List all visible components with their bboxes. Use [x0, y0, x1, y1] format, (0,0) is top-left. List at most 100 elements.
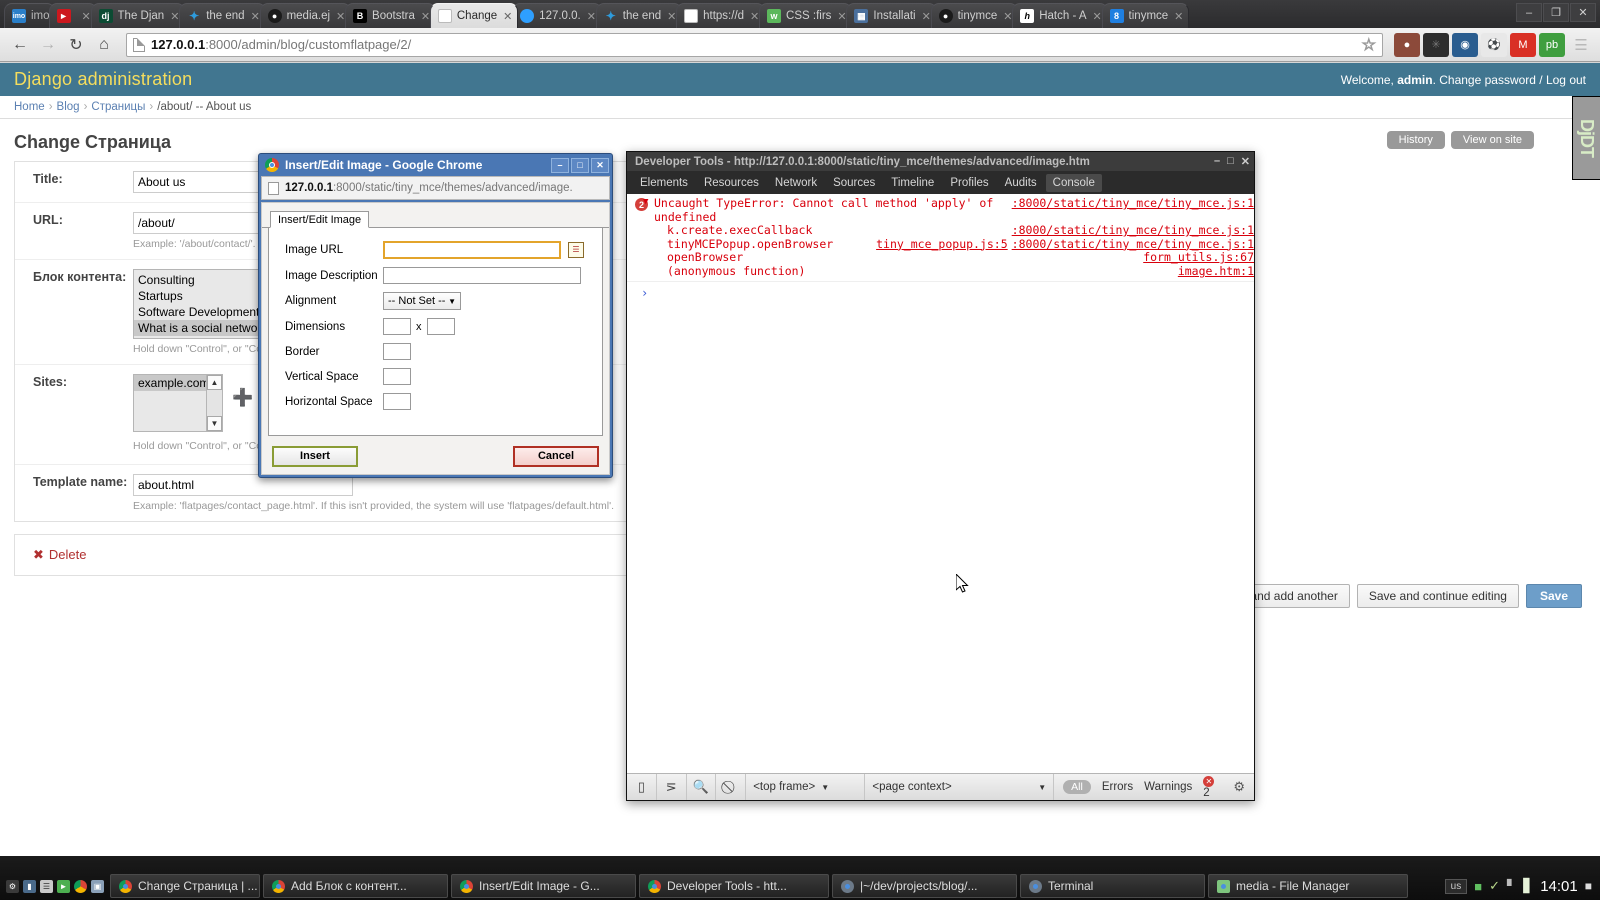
- minimize-button[interactable]: –: [1214, 155, 1220, 168]
- stack-mid-link[interactable]: tiny_mce_popup.js:5: [876, 237, 1012, 252]
- gear-icon[interactable]: ⚙: [1233, 779, 1245, 795]
- taskbar-item-media-file-manager[interactable]: media - File Manager: [1208, 874, 1408, 898]
- clear-icon[interactable]: ⃠: [716, 774, 747, 800]
- menu-icon[interactable]: ☰: [1568, 33, 1594, 57]
- forward-arrow-icon[interactable]: →: [34, 32, 62, 58]
- stack-src-link[interactable]: image.htm:1: [1178, 264, 1254, 279]
- context-selector[interactable]: <page context> ▼: [865, 774, 1055, 800]
- maximize-button[interactable]: □: [571, 157, 589, 173]
- breadcrumb-home[interactable]: Home: [14, 101, 45, 113]
- terminal-icon[interactable]: ▮: [23, 879, 36, 893]
- expand-triangle-icon[interactable]: ▼: [643, 197, 648, 208]
- network-icon[interactable]: ▘: [1507, 879, 1516, 893]
- tab-audits[interactable]: Audits: [998, 174, 1044, 192]
- volume-icon[interactable]: ▋: [1523, 878, 1533, 894]
- tab-elements[interactable]: Elements: [633, 174, 695, 192]
- close-button[interactable]: ✕: [591, 157, 609, 173]
- dimensions-width-input[interactable]: [383, 318, 411, 335]
- image-description-input[interactable]: [383, 267, 581, 284]
- taskbar-item-terminal[interactable]: Terminal: [1020, 874, 1205, 898]
- developer-tools-window[interactable]: Developer Tools - http://127.0.0.1:8000/…: [626, 151, 1255, 801]
- sites-multiselect[interactable]: example.com ▲ ▼: [133, 374, 223, 432]
- save-and-continue-button[interactable]: Save and continue editing: [1356, 584, 1519, 608]
- view-on-site-button[interactable]: View on site: [1450, 131, 1534, 149]
- filter-all-button[interactable]: All: [1063, 780, 1091, 794]
- football-icon[interactable]: ⚽: [1481, 32, 1507, 57]
- tab-tinymce-docs[interactable]: 8 tinymce ✕: [1101, 3, 1190, 28]
- tab-network[interactable]: Network: [768, 174, 824, 192]
- home-icon[interactable]: ⌂: [90, 32, 118, 58]
- taskbar-item-change-stranitsa[interactable]: Change Страница | ...: [110, 874, 260, 898]
- console-prompt[interactable]: ›: [627, 282, 1254, 300]
- tab-change-stranitsa[interactable]: Change ✕: [429, 3, 519, 28]
- tab-sources[interactable]: Sources: [826, 174, 882, 192]
- battery-icon[interactable]: ■: [1474, 879, 1482, 894]
- search-icon[interactable]: 🔍: [687, 774, 717, 800]
- minimize-button[interactable]: –: [551, 157, 569, 173]
- history-button[interactable]: History: [1386, 131, 1445, 149]
- photobucket-icon[interactable]: pb: [1539, 32, 1565, 57]
- taskbar-item-add-blok[interactable]: Add Блок с контент...: [263, 874, 448, 898]
- tab-media-ej[interactable]: ● media.ej ✕: [259, 3, 352, 28]
- dimensions-height-input[interactable]: [426, 318, 455, 335]
- star-icon[interactable]: ☆: [1361, 35, 1376, 55]
- horizontal-space-input[interactable]: [383, 393, 411, 410]
- browse-list-icon[interactable]: ☰: [568, 242, 584, 258]
- tab-profiles[interactable]: Profiles: [943, 174, 995, 192]
- close-button[interactable]: ✕: [1570, 3, 1596, 22]
- back-arrow-icon[interactable]: ←: [6, 32, 34, 58]
- tab-installation[interactable]: ▦ Installati ✕: [846, 3, 937, 28]
- scroll-down-icon[interactable]: ▼: [207, 416, 222, 431]
- tab-close-icon[interactable]: ✕: [503, 10, 513, 23]
- tab-dropbox-1[interactable]: ✦ the end ✕: [179, 3, 266, 28]
- reload-icon[interactable]: ↻: [62, 32, 90, 58]
- insert-button[interactable]: Insert: [272, 445, 358, 467]
- image-url-input[interactable]: [383, 241, 561, 259]
- filter-errors-button[interactable]: Errors: [1102, 781, 1133, 793]
- console-error-group[interactable]: 2 ▼ Uncaught TypeError: Cannot call meth…: [627, 194, 1254, 283]
- save-button[interactable]: Save: [1525, 584, 1582, 608]
- clock[interactable]: 14:01: [1540, 878, 1578, 895]
- gmail-icon[interactable]: M: [1510, 32, 1536, 57]
- console-error-message[interactable]: ▼ Uncaught TypeError: Cannot call method…: [627, 196, 1254, 224]
- tab-https-d[interactable]: https://d ✕: [676, 3, 766, 28]
- player-icon[interactable]: ►: [57, 879, 70, 893]
- keyboard-layout-indicator[interactable]: us: [1444, 878, 1468, 894]
- stack-src-link[interactable]: :8000/static/tiny_mce/tiny_mce.js:1: [1012, 237, 1254, 252]
- tab-youtube[interactable]: ► ✕: [48, 3, 97, 28]
- error-source-link[interactable]: :8000/static/tiny_mce/tiny_mce.js:1: [1012, 196, 1254, 224]
- maximize-button[interactable]: □: [1227, 155, 1234, 168]
- tab-bootstrap[interactable]: B Bootstra ✕: [345, 3, 436, 28]
- minimize-button[interactable]: –: [1516, 3, 1542, 22]
- tab-hatch[interactable]: h Hatch - A ✕: [1012, 3, 1108, 28]
- plus-icon[interactable]: ➕: [232, 388, 253, 408]
- console-output[interactable]: 2 ▼ Uncaught TypeError: Cannot call meth…: [627, 194, 1254, 772]
- vertical-space-input[interactable]: [383, 368, 411, 385]
- gear-icon[interactable]: ✳: [1423, 32, 1449, 57]
- address-bar[interactable]: 127.0.0.1:8000/admin/blog/customflatpage…: [126, 32, 1383, 57]
- taskbar-item-developer-tools[interactable]: Developer Tools - htt...: [639, 874, 829, 898]
- tab-resources[interactable]: Resources: [697, 174, 766, 192]
- dock-icon[interactable]: ▯: [627, 774, 657, 800]
- django-debug-toolbar-handle[interactable]: DjDT: [1572, 96, 1600, 180]
- delete-link[interactable]: Delete: [49, 547, 87, 562]
- shield-icon[interactable]: ✓: [1489, 878, 1500, 894]
- frame-selector[interactable]: <top frame> ▼: [746, 774, 866, 800]
- breadcrumb-stranitsy[interactable]: Страницы: [91, 101, 145, 113]
- taskbar-item-insert-edit-image[interactable]: Insert/Edit Image - G...: [451, 874, 636, 898]
- show-desktop-icon[interactable]: ■: [1585, 879, 1592, 893]
- sites-scrollbar[interactable]: ▲ ▼: [206, 375, 222, 431]
- stack-src-link[interactable]: form_utils.js:67: [1143, 251, 1254, 265]
- dialog-title-bar[interactable]: Insert/Edit Image - Google Chrome – □ ✕: [259, 154, 612, 176]
- stack-src-link[interactable]: :8000/static/tiny_mce/tiny_mce.js:1: [1012, 224, 1254, 238]
- dialog-address-bar[interactable]: 127.0.0.1:8000/static/tiny_mce/themes/ad…: [261, 176, 610, 200]
- scroll-up-icon[interactable]: ▲: [207, 375, 222, 390]
- tab-imo[interactable]: imo imo: [4, 3, 55, 28]
- devtools-title-bar[interactable]: Developer Tools - http://127.0.0.1:8000/…: [627, 152, 1254, 171]
- tab-tinymce-github[interactable]: ● tinymce ✕: [930, 3, 1019, 28]
- camera-icon[interactable]: ◉: [1452, 32, 1478, 57]
- tab-insert-edit-image[interactable]: Insert/Edit Image: [270, 211, 370, 228]
- breadcrumb-blog[interactable]: Blog: [57, 101, 80, 113]
- tab-dropbox-2[interactable]: ✦ the end ✕: [595, 3, 683, 28]
- tab-console[interactable]: Console: [1045, 173, 1102, 192]
